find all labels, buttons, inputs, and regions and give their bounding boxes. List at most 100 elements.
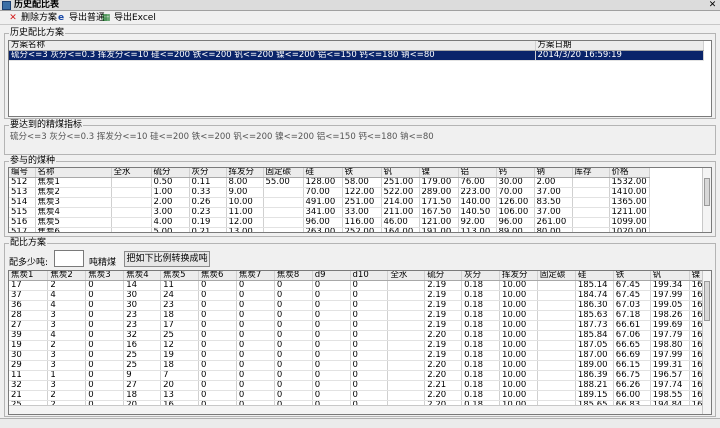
coal-cell bbox=[572, 197, 610, 209]
ratio-cell: 197.99 bbox=[650, 290, 690, 302]
coal-col-header[interactable]: 硫分 bbox=[151, 168, 190, 179]
ratio-col-header[interactable]: 全水 bbox=[387, 271, 426, 282]
coal-col-header[interactable]: 硅 bbox=[303, 168, 343, 179]
coal-col-header[interactable]: 固定碳 bbox=[263, 168, 304, 179]
coal-row[interactable]: 512 焦炭1 0.50 0.11 8.00 55.00 128.00 58.00 251.00… bbox=[9, 177, 650, 189]
coal-col-header[interactable]: 铁 bbox=[342, 168, 382, 179]
ratio-col-header[interactable]: d9 bbox=[312, 271, 351, 282]
coal-col-header[interactable]: 灰分 bbox=[189, 168, 227, 179]
export-normal-button[interactable]: e 导出普通 bbox=[56, 11, 105, 25]
ratio-vscroll-thumb[interactable] bbox=[704, 281, 710, 321]
coal-row[interactable]: 514 焦炭3 2.00 0.26 10.00 491.00 251.00 214.00 171… bbox=[9, 197, 650, 209]
ratio-col-header[interactable]: 挥发分 bbox=[499, 271, 538, 282]
coal-row[interactable]: 515 焦炭4 3.00 0.23 11.00 341.00 33.00 211.00 167.… bbox=[9, 207, 650, 219]
coal-cell: 171.50 bbox=[419, 197, 459, 209]
ratio-cell bbox=[537, 310, 576, 322]
coal-col-header[interactable]: 库存 bbox=[572, 168, 610, 179]
coal-cell bbox=[263, 227, 304, 232]
coal-cell: 46.00 bbox=[381, 217, 420, 229]
coal-row[interactable]: 516 焦炭5 4.00 0.19 12.00 96.00 116.00 46.00 121.0… bbox=[9, 217, 650, 229]
history-row[interactable]: 硫分<=3 灰分<=0.3 挥发分<=10 硅<=200 铁<=200 钒<=2… bbox=[9, 50, 704, 62]
ratio-col-header[interactable]: 铁 bbox=[613, 271, 651, 282]
ratio-row[interactable]: 37 4 0 30 24 0 0 0 0 0 2.19 0.18 10.00 184.74 67.45 197… bbox=[9, 290, 711, 302]
coal-col-header[interactable]: 钒 bbox=[381, 168, 420, 179]
ratio-cell bbox=[537, 380, 576, 392]
target-indicators: 硫分<=3 灰分<=0.3 挥发分<=10 硅<=200 铁<=200 钒<=2… bbox=[10, 132, 434, 142]
ratio-col-header[interactable]: 固定碳 bbox=[537, 271, 576, 282]
qty-input[interactable] bbox=[54, 250, 84, 267]
coal-cell: 焦炭5 bbox=[35, 217, 112, 229]
coal-col-header[interactable]: 镍 bbox=[419, 168, 459, 179]
export-excel-button[interactable]: ▦ 导出Excel bbox=[101, 11, 156, 25]
ratio-col-header[interactable]: 焦炭5 bbox=[160, 271, 200, 282]
ratio-cell: 0.18 bbox=[461, 370, 500, 382]
coal-col-header[interactable]: 钠 bbox=[534, 168, 573, 179]
ratio-table[interactable]: 焦炭1 焦炭2 焦炭3 焦炭4 焦炭5 焦炭6 焦炭7 焦炭8 d9 d10 全水 硫分 灰分 挥发分 固定… bbox=[8, 270, 712, 415]
coal-cell: 37.00 bbox=[534, 207, 573, 219]
coal-cell: 11.00 bbox=[226, 207, 264, 219]
coal-cell bbox=[572, 187, 610, 199]
ratio-row[interactable]: 21 2 0 18 13 0 0 0 0 0 2.20 0.18 10.00 189.15 66.00 198… bbox=[9, 390, 711, 402]
coal-cell: 140.00 bbox=[458, 197, 497, 209]
ratio-col-header[interactable]: d10 bbox=[350, 271, 389, 282]
ratio-cell: 0 bbox=[236, 380, 275, 392]
ratio-col-header[interactable]: 灰分 bbox=[461, 271, 500, 282]
coal-col-header[interactable]: 铝 bbox=[458, 168, 497, 179]
ratio-col-header[interactable]: 焦炭8 bbox=[274, 271, 313, 282]
ratio-cell: 66.65 bbox=[613, 340, 651, 352]
ratio-cell: 10.00 bbox=[499, 350, 538, 362]
coal-vscroll-thumb[interactable] bbox=[704, 178, 710, 206]
ratio-col-header[interactable]: 硅 bbox=[575, 271, 614, 282]
ratio-col-header[interactable]: 焦炭4 bbox=[123, 271, 162, 282]
ratio-row[interactable]: 28 3 0 23 18 0 0 0 0 0 2.19 0.18 10.00 185.63 67.18 198… bbox=[9, 310, 711, 322]
ratio-vscroll[interactable] bbox=[702, 271, 711, 414]
ratio-cell: 199.69 bbox=[650, 320, 690, 332]
ratio-cell: 10.00 bbox=[499, 320, 538, 332]
ratio-row[interactable]: 36 4 0 30 23 0 0 0 0 0 2.19 0.18 10.00 186.30 67.03 199… bbox=[9, 300, 711, 312]
coal-row[interactable]: 517 焦炭6 5.00 0.21 13.00 263.00 252.00 164.00 191… bbox=[9, 227, 650, 232]
ratio-col-header[interactable]: 硫分 bbox=[424, 271, 463, 282]
ratio-col-header[interactable]: 焦炭3 bbox=[85, 271, 125, 282]
ratio-row[interactable]: 30 3 0 25 19 0 0 0 0 0 2.19 0.18 10.00 187.00 66.69 197… bbox=[9, 350, 711, 362]
ratio-row[interactable]: 29 3 0 25 18 0 0 0 0 0 2.20 0.18 10.00 189.00 66.15 199… bbox=[9, 360, 711, 372]
coal-cell: 167.50 bbox=[419, 207, 459, 219]
coal-row[interactable]: 513 焦炭2 1.00 0.33 9.00 70.00 122.00 522.00 289.0… bbox=[9, 187, 650, 199]
ratio-col-header[interactable]: 焦炭7 bbox=[236, 271, 275, 282]
ratio-cell: 2.19 bbox=[424, 350, 463, 362]
coal-col-header[interactable]: 编号 bbox=[9, 168, 36, 179]
ratio-cell: 0 bbox=[198, 330, 237, 342]
ratio-cell: 0 bbox=[274, 320, 313, 332]
ratio-row[interactable]: 32 3 0 27 20 0 0 0 0 0 2.21 0.18 10.00 188.21 66.26 197… bbox=[9, 380, 711, 392]
history-col-date[interactable]: 方案日期 bbox=[535, 41, 704, 52]
coal-col-header[interactable]: 名称 bbox=[35, 168, 112, 179]
coal-cell: 1020.00 bbox=[609, 227, 650, 232]
convert-to-tons-button[interactable]: 把如下比例转换成吨 bbox=[124, 251, 210, 267]
coal-col-header[interactable]: 价格 bbox=[609, 168, 650, 179]
ratio-row[interactable]: 19 2 0 16 12 0 0 0 0 0 2.19 0.18 10.00 187.05 66.65 198… bbox=[9, 340, 711, 352]
coal-vscroll[interactable] bbox=[702, 168, 711, 232]
ratio-cell bbox=[387, 320, 426, 332]
history-col-name[interactable]: 方案名称 bbox=[9, 41, 536, 52]
ratio-cell: 2.19 bbox=[424, 280, 463, 292]
ratio-col-header[interactable]: 钒 bbox=[650, 271, 690, 282]
ratio-row[interactable]: 17 2 0 14 11 0 0 0 0 0 2.19 0.18 10.00 185.14 67.45 199… bbox=[9, 280, 711, 292]
ratio-cell bbox=[387, 360, 426, 372]
coal-col-header[interactable]: 挥发分 bbox=[226, 168, 264, 179]
ratio-col-header[interactable]: 焦炭1 bbox=[9, 271, 49, 282]
coal-col-header[interactable]: 全水 bbox=[111, 168, 152, 179]
ratio-cell: 198.55 bbox=[650, 390, 690, 402]
ratio-cell: 186.39 bbox=[575, 370, 614, 382]
coal-table[interactable]: 编号 名称 全水 硫分 灰分 挥发分 固定碳硅铁钒镍铝钙钠库存 价格 512 焦炭1 0.50 0.1… bbox=[8, 167, 712, 233]
ratio-row[interactable]: 27 3 0 23 17 0 0 0 0 0 2.19 0.18 10.00 187.73 66.61 199… bbox=[9, 320, 711, 332]
status-bar bbox=[0, 418, 720, 428]
ratio-col-header[interactable]: 焦炭6 bbox=[198, 271, 237, 282]
coal-col-header[interactable]: 钙 bbox=[496, 168, 535, 179]
ratio-row[interactable]: 11 1 0 9 7 0 0 0 0 0 2.20 0.18 10.00 186.39 66.75 196.5… bbox=[9, 370, 711, 382]
history-table[interactable]: 方案名称 方案日期 硫分<=3 灰分<=0.3 挥发分<=10 硅<=200 铁… bbox=[8, 40, 712, 117]
ratio-col-header[interactable]: 焦炭2 bbox=[47, 271, 87, 282]
delete-scheme-button[interactable]: ✕ 删除方案 bbox=[8, 11, 57, 25]
ratio-row[interactable]: 39 4 0 32 25 0 0 0 0 0 2.20 0.18 10.00 185.84 67.06 197… bbox=[9, 330, 711, 342]
ratio-cell bbox=[537, 360, 576, 372]
ratio-hscroll[interactable] bbox=[9, 405, 702, 414]
close-button[interactable]: ✕ bbox=[706, 0, 719, 10]
